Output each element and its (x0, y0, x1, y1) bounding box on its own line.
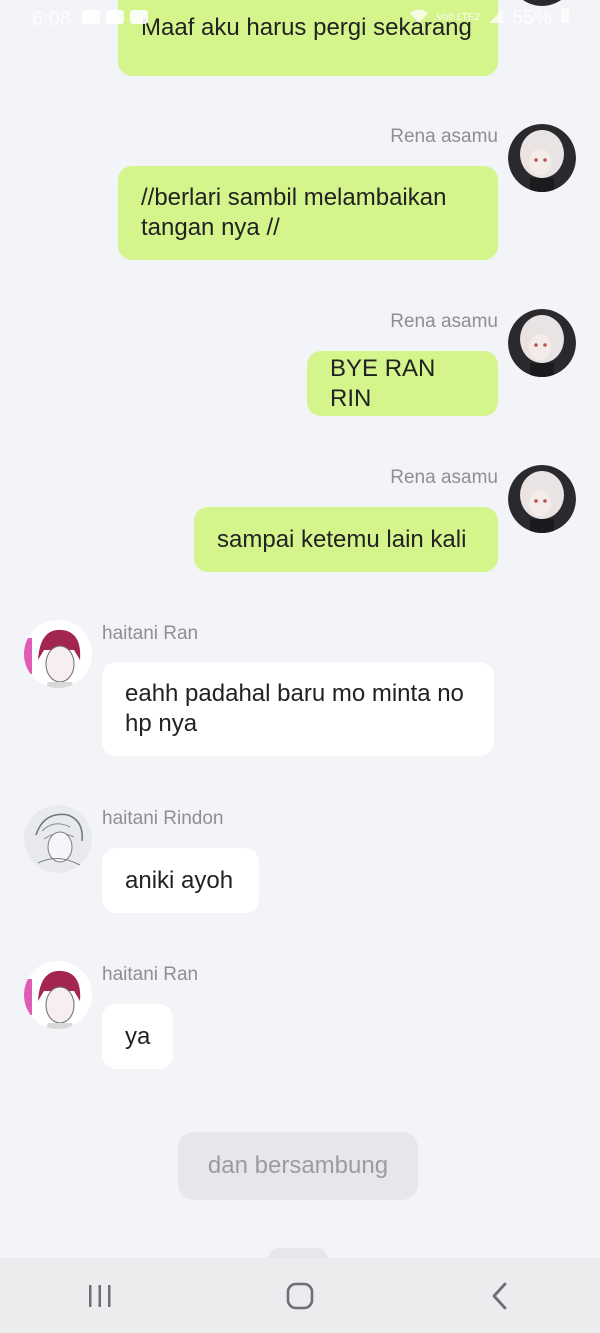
gallery-notification-icon (82, 10, 100, 24)
system-nav-bar (0, 1258, 600, 1333)
youtube-notification-icon (130, 10, 148, 24)
youtube-notification-icon (106, 10, 124, 24)
message-bubble-incoming[interactable]: aniki ayoh (102, 848, 259, 913)
end-of-story-label: dan bersambung (178, 1132, 418, 1200)
back-icon (492, 1282, 507, 1309)
signal-icon (488, 7, 504, 30)
message-bubble-outgoing[interactable]: BYE RAN RIN (307, 351, 498, 416)
battery-icon (560, 6, 570, 30)
home-button[interactable] (270, 1266, 330, 1326)
battery-level: 55% (511, 6, 552, 29)
notification-icons (82, 10, 148, 24)
end-label-text: dan bersambung (207, 1152, 389, 1179)
message-bubble-outgoing[interactable]: sampai ketemu lain kali (194, 507, 498, 572)
avatar-rena[interactable] (508, 309, 576, 377)
message-text: aniki ayoh (125, 866, 234, 894)
message-bubble-incoming[interactable]: eahh padahal baru mo minta no hp nya (102, 662, 494, 756)
avatar-rena[interactable] (508, 124, 576, 192)
recent-apps-icon (89, 1284, 111, 1307)
status-bar: 6:08 Vo0 LTE2 55% (0, 0, 600, 38)
message-text: ya (125, 1022, 151, 1050)
message-bubble-outgoing[interactable]: //berlari sambil melambaikan tangan nya … (118, 166, 498, 260)
message-text: sampai ketemu lain kali (217, 525, 467, 553)
network-indicator: Vo0 LTE2 (436, 12, 480, 23)
avatar-haitani-ran[interactable] (24, 620, 92, 688)
wifi-icon (409, 7, 429, 30)
status-right: Vo0 LTE2 55% (409, 6, 570, 30)
sender-name: Rena asamu (390, 126, 498, 147)
avatar-rena[interactable] (508, 465, 576, 533)
sender-name: Rena asamu (390, 311, 498, 332)
sender-name: haitani Ran (102, 623, 199, 644)
home-icon (286, 1282, 314, 1309)
sender-name: Rena asamu (390, 467, 498, 488)
message-text: eahh padahal baru mo minta no hp nya (125, 680, 464, 737)
status-time: 6:08 (32, 8, 71, 30)
avatar-haitani-ran[interactable] (24, 961, 92, 1029)
message-text: BYE RAN RIN (330, 354, 436, 412)
message-bubble-incoming[interactable]: ya (102, 1004, 173, 1069)
sender-name: haitani Ran (102, 964, 199, 985)
sender-name: haitani Rindon (102, 808, 224, 829)
back-button[interactable] (470, 1266, 530, 1326)
avatar-haitani-rindon[interactable] (24, 805, 92, 873)
message-text: //berlari sambil melambaikan tangan nya … (141, 184, 447, 241)
recent-apps-button[interactable] (70, 1266, 130, 1326)
